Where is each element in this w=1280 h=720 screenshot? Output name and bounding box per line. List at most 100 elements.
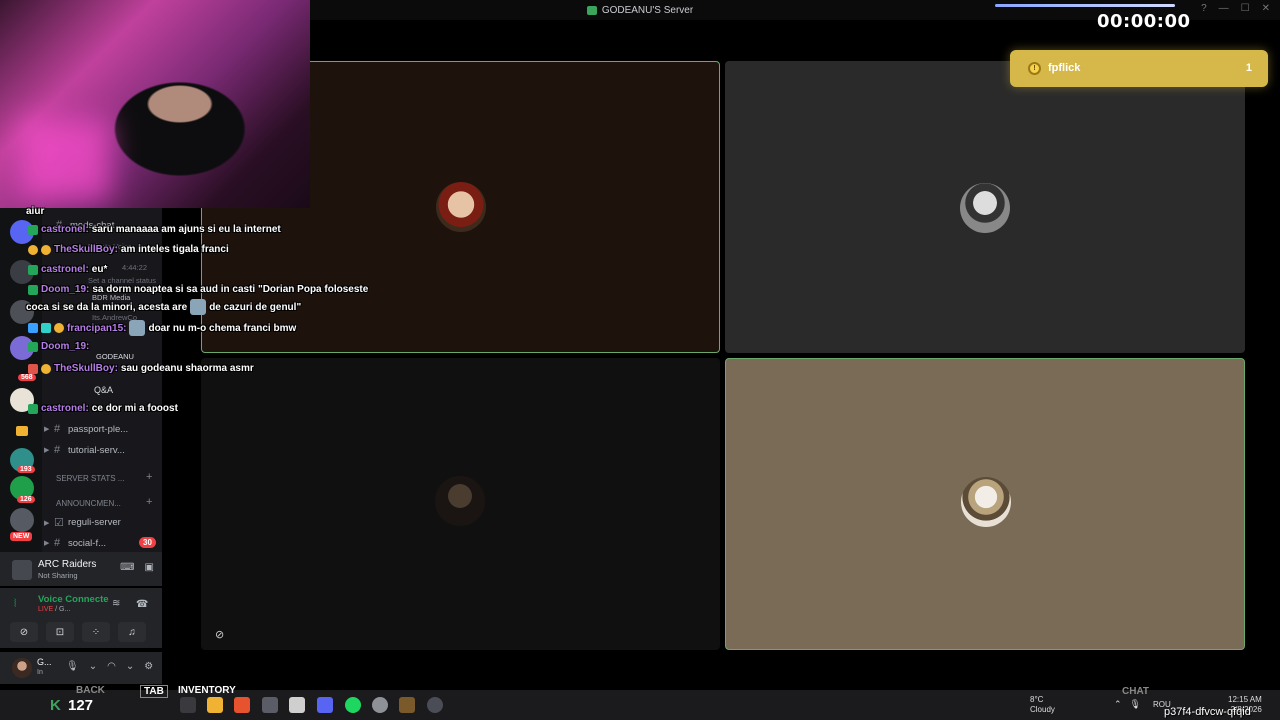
channel-time: 4:44:22: [122, 263, 148, 272]
server-icon[interactable]: [10, 336, 34, 360]
channel-tutorial[interactable]: ▶ # tutorial-serv...: [44, 444, 125, 456]
hud-tab-key: TAB: [140, 685, 168, 698]
channel-label: tutorial-serv...: [68, 444, 125, 456]
close-icon[interactable]: ✕: [1262, 3, 1270, 14]
server-icon[interactable]: [10, 260, 34, 284]
camera-toggle-button[interactable]: ⊘: [10, 622, 38, 642]
member-bdr-media[interactable]: BDR Media: [92, 293, 130, 302]
app-icon[interactable]: [262, 697, 278, 713]
participant-avatar: [960, 183, 1010, 233]
soundboard-button[interactable]: ♫: [118, 622, 146, 642]
chevron-down-icon[interactable]: ⌄: [126, 661, 134, 672]
hash-icon: #: [54, 537, 61, 549]
category-announcements[interactable]: ANNOUNCMEN...: [56, 499, 121, 508]
notification-name: fpflick: [1048, 62, 1081, 74]
server-icon[interactable]: [10, 300, 34, 324]
server-icon[interactable]: [10, 388, 34, 412]
voice-stage: ⊘: [196, 56, 1250, 656]
channel-social[interactable]: ▶ # social-f...: [44, 537, 106, 549]
voice-status[interactable]: Voice Connecte: [38, 594, 109, 605]
folder-icon[interactable]: [16, 426, 28, 436]
activities-button[interactable]: ⁘: [82, 622, 110, 642]
member-godeanu[interactable]: GODEANU: [96, 352, 134, 361]
participant-avatar: [435, 476, 485, 526]
microphone-icon[interactable]: 🎙︎: [66, 661, 79, 672]
game-name: ARC Raiders: [38, 559, 97, 570]
avatar[interactable]: [12, 658, 32, 678]
channel-label: social-f...: [68, 537, 107, 549]
notification-count: 1: [1245, 62, 1252, 74]
maximize-icon[interactable]: ☐: [1241, 3, 1250, 14]
hud-counter: 127: [68, 697, 94, 714]
expand-arrow-icon: ▶: [44, 540, 50, 547]
rules-icon: ☑: [54, 517, 64, 529]
help-icon[interactable]: ?: [1201, 3, 1207, 14]
server-title: GODEANU'S Server: [601, 4, 694, 16]
game-icon: [12, 560, 32, 580]
obs-icon[interactable]: [372, 697, 388, 713]
weather-widget[interactable]: 8°C Cloudy: [1030, 695, 1055, 715]
coin-icon: !: [1028, 62, 1041, 75]
weather-temperature: 8°C: [1030, 695, 1044, 704]
user-panel: G... In 🎙︎ ⌄ ◠ ⌄ ⚙: [0, 652, 162, 684]
server-icon[interactable]: [10, 220, 34, 244]
participant-tile-4[interactable]: [725, 358, 1245, 650]
channel-reguli[interactable]: ▶ ☑ reguli-server: [44, 516, 121, 529]
hash-icon: #: [56, 219, 63, 231]
settings-icon[interactable]: [427, 697, 443, 713]
share-screen-button[interactable]: ⊡: [46, 622, 74, 642]
disconnect-icon[interactable]: ☎: [136, 599, 148, 610]
unread-badge: 568: [18, 374, 36, 381]
username: G...: [37, 657, 52, 667]
chevron-up-icon[interactable]: ⌃: [1114, 699, 1122, 710]
stream-timer: 00:00:00: [1097, 11, 1191, 32]
live-label: LIVE: [38, 606, 54, 613]
hud-key: K: [50, 697, 61, 714]
window-controls: ? — ☐ ✕: [1201, 3, 1270, 14]
expand-arrow-icon: ▶: [44, 519, 50, 527]
chevron-down-icon[interactable]: ⌄: [89, 661, 97, 672]
add-channel-icon[interactable]: +: [146, 471, 152, 483]
add-channel-icon[interactable]: +: [146, 496, 152, 508]
channel-label: passport-ple...: [68, 423, 129, 435]
screen-share-icon[interactable]: ▣: [145, 562, 154, 573]
channel-label: reguli-server: [68, 517, 121, 528]
game-sharing-status: Not Sharing: [38, 571, 78, 580]
file-explorer-icon[interactable]: [207, 697, 223, 713]
channel-private-voice[interactable]: Private Voice: [88, 242, 132, 251]
brave-browser-icon[interactable]: [234, 697, 250, 713]
gear-icon[interactable]: ⚙: [144, 661, 153, 672]
channel-mods-chat[interactable]: # mods-chat: [56, 219, 114, 231]
clock-time: 12:15 AM: [1228, 695, 1262, 704]
channel-label: mods-chat: [70, 219, 115, 231]
discord-icon[interactable]: [317, 697, 333, 713]
channel-status[interactable]: Set a channel status: [88, 276, 156, 285]
watermark-code: p37f4-dfvcw-qfqid: [1164, 706, 1251, 718]
hash-icon: #: [54, 444, 61, 456]
headphones-icon[interactable]: ◠: [107, 661, 116, 672]
camera-off-icon: ⊘: [215, 629, 225, 641]
game-launcher-icon[interactable]: [399, 697, 415, 713]
voice-substatus: LIVE / G...: [38, 606, 70, 613]
channel-qa[interactable]: Q&A: [94, 385, 113, 395]
server-icon[interactable]: [10, 508, 34, 532]
new-badge: NEW: [10, 532, 33, 541]
participant-tile-2[interactable]: [725, 61, 1245, 353]
reward-notification: ! fpflick 1: [1010, 50, 1268, 87]
notepad-icon[interactable]: [289, 697, 305, 713]
category-server-stats[interactable]: SERVER STATS ...: [56, 474, 124, 483]
microphone-icon[interactable]: 🎙︎: [1130, 699, 1141, 710]
participant-tile-3[interactable]: ⊘: [201, 358, 720, 650]
system-tray: ⌃ 🎙︎: [1114, 699, 1141, 710]
taskview-icon[interactable]: [180, 697, 196, 713]
noise-suppression-icon[interactable]: ≋: [112, 598, 120, 609]
voice-connected-panel: ⦚ Voice Connecte LIVE / G... ≋ ☎ ⊘ ⊡ ⁘ ♫: [0, 588, 162, 648]
unread-count-badge: 30: [139, 537, 156, 548]
minimize-icon[interactable]: —: [1219, 3, 1229, 14]
spotify-icon[interactable]: [345, 697, 361, 713]
hud-back-label: BACK: [76, 685, 105, 696]
channel-passport[interactable]: ▶ # passport-ple...: [44, 423, 128, 435]
member-its-andrewco[interactable]: Its.AndrewCo: [92, 313, 137, 322]
controller-icon[interactable]: ⌨: [120, 562, 134, 573]
user-status: In: [37, 669, 43, 676]
